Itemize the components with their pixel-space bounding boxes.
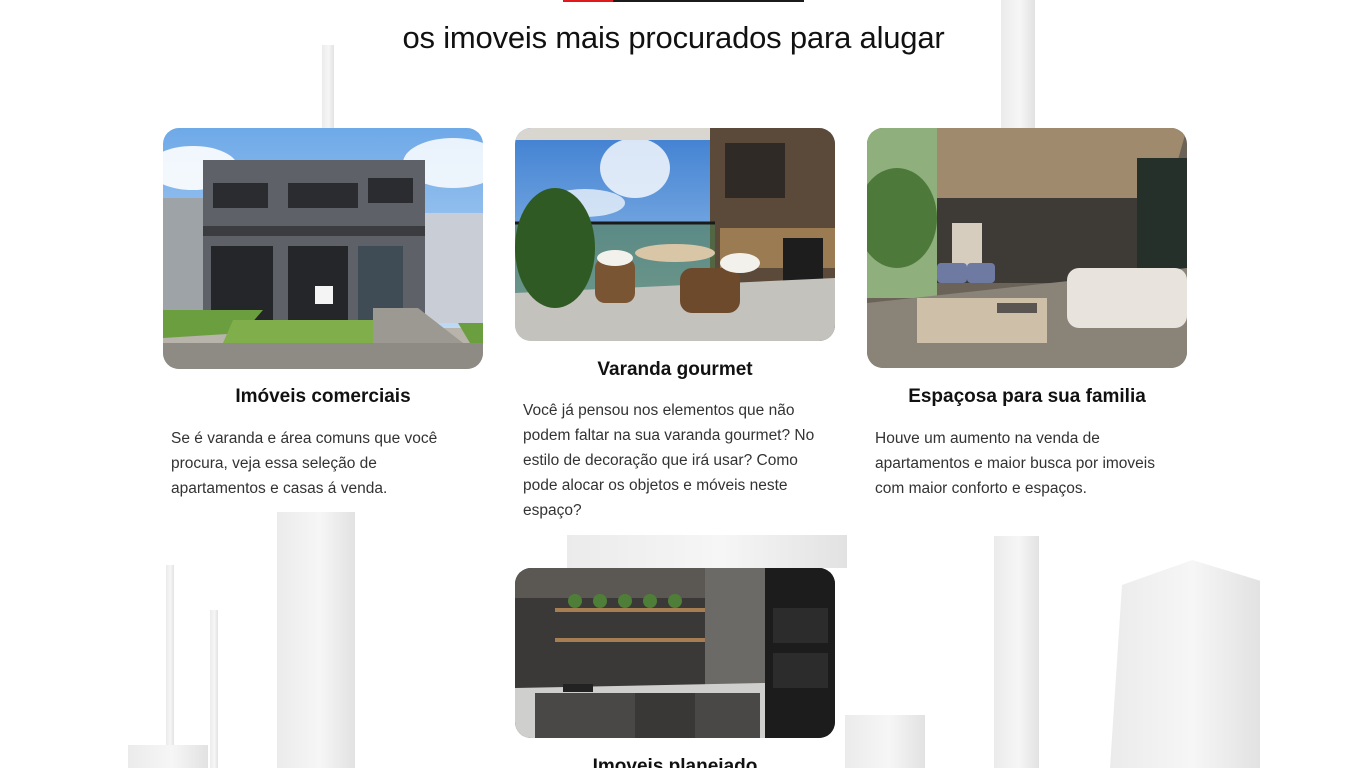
card-description: Houve um aumento na venda de apartamento… [875, 430, 1155, 497]
title-accent-red [563, 0, 613, 2]
card-title[interactable]: Espaçosa para sua familia [867, 386, 1187, 408]
skyline-building [994, 536, 1039, 768]
skyline-building [210, 610, 218, 768]
skyline-building [128, 745, 208, 768]
skyline-building [166, 565, 174, 768]
property-card-familia[interactable]: Espaçosa para sua familia Houve um aumen… [867, 128, 1187, 501]
skyline-building [567, 535, 847, 568]
skyline-building [845, 715, 925, 768]
card-description: Você já pensou nos elementos que não pod… [523, 402, 815, 519]
card-description: Se é varanda e área comuns que você proc… [171, 430, 438, 497]
planned-kitchen-photo[interactable] [515, 568, 835, 738]
property-card-varanda[interactable]: Varanda gourmet Você já pensou nos eleme… [515, 128, 835, 523]
property-card-comercial[interactable]: Imóveis comerciais Se é varanda e área c… [163, 128, 483, 501]
card-title[interactable]: Varanda gourmet [515, 359, 835, 381]
skyline-building [1110, 560, 1260, 768]
skyline-building [277, 512, 355, 768]
spacious-living-room-photo[interactable] [867, 128, 1187, 368]
card-title[interactable]: Imóveis comerciais [163, 386, 483, 408]
card-title[interactable]: Imoveis planejado [515, 756, 835, 768]
skyline-building [322, 45, 334, 135]
section-title: os imoveis mais procurados para alugar [402, 20, 945, 55]
property-card-planejado[interactable]: Imoveis planejado [515, 568, 835, 768]
gourmet-balcony-photo[interactable] [515, 128, 835, 341]
commercial-building-photo[interactable] [163, 128, 483, 369]
title-accent-line [563, 0, 804, 2]
